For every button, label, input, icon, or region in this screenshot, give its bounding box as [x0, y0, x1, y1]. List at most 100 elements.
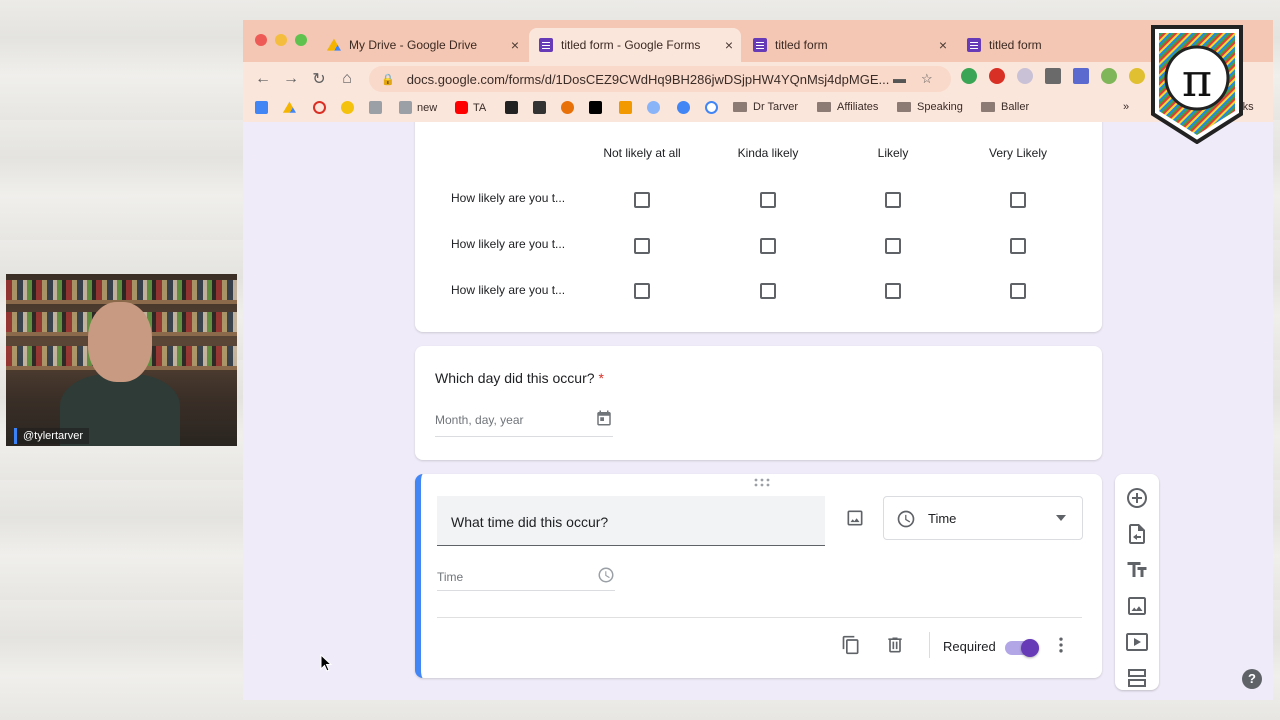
bookmark-ext[interactable] [533, 101, 551, 114]
minimize-window-button[interactable] [275, 34, 287, 46]
bookmark-ext[interactable] [619, 101, 637, 114]
date-question-card[interactable]: Which day did this occur? * Month, day, y… [415, 346, 1102, 460]
extension-icon[interactable] [1129, 68, 1145, 84]
bookmark-ext[interactable] [647, 101, 665, 114]
add-section-icon[interactable] [1125, 666, 1149, 690]
grid-column-header: Likely [877, 146, 909, 160]
bookmark-ta[interactable]: TA [455, 101, 486, 114]
time-field-label: Time [437, 570, 464, 584]
maximize-window-button[interactable] [295, 34, 307, 46]
grid-checkbox[interactable] [885, 192, 901, 208]
calendar-icon [597, 410, 611, 426]
checkbox-grid-question-card[interactable]: Not likely at all Kinda likely Likely Ve… [415, 122, 1102, 332]
grid-row-label: How likely are you t... [451, 237, 566, 251]
bookmark-folder-affiliates[interactable]: Affiliates [817, 101, 878, 113]
extension-icon[interactable] [961, 68, 977, 84]
pi-symbol: π [1182, 53, 1212, 107]
grid-checkbox[interactable] [634, 192, 650, 208]
address-bar[interactable]: 🔒 docs.google.com/forms/d/1DosCEZ9CWdHq9… [369, 66, 951, 92]
help-icon[interactable]: ? [1242, 669, 1262, 689]
grid-column-header: Not likely at all [603, 146, 681, 160]
add-title-icon[interactable] [1125, 558, 1149, 582]
pi-logo: π [1151, 25, 1243, 144]
grid-checkbox[interactable] [634, 283, 650, 299]
reload-icon[interactable]: ↻ [305, 69, 333, 89]
dropdown-arrow-icon [1056, 515, 1066, 521]
google-forms-icon [967, 38, 981, 52]
bookmarks-bar: new TA Dr Tarver Affiliates Speaking Bal… [243, 96, 1273, 122]
grid-column-header: Kinda likely [737, 146, 799, 160]
bookmark-ext[interactable] [677, 101, 695, 114]
close-tab-icon[interactable]: × [939, 37, 947, 53]
tab-titled-form-2[interactable]: titled form × [743, 28, 955, 62]
add-question-icon[interactable] [1125, 486, 1149, 510]
folder-icon [981, 102, 995, 112]
tab-titled-form-google-forms[interactable]: titled form - Google Forms × [529, 28, 741, 62]
clock-icon [897, 510, 915, 528]
camera-icon[interactable]: ▬ [893, 66, 906, 92]
bookmark-ext[interactable] [561, 101, 579, 114]
grid-checkbox[interactable] [760, 238, 776, 254]
add-image-icon[interactable] [845, 508, 865, 528]
question-type-dropdown[interactable]: Time [883, 496, 1083, 540]
import-questions-icon[interactable] [1125, 522, 1149, 546]
bookmark-google[interactable] [705, 101, 723, 114]
footer-separator [929, 632, 930, 658]
extension-icon[interactable] [1045, 68, 1061, 84]
bookmark-star-icon[interactable]: ☆ [921, 66, 933, 92]
browser-toolbar: ← → ↻ ⌂ 🔒 docs.google.com/forms/d/1DosCE… [243, 62, 1273, 96]
bookmark-c[interactable] [341, 101, 359, 114]
date-field-underline [435, 436, 613, 437]
forward-icon[interactable]: → [277, 70, 305, 88]
close-tab-icon[interactable]: × [511, 37, 519, 53]
tab-titled-form-3[interactable]: titled form [957, 28, 1147, 62]
grid-checkbox[interactable] [634, 238, 650, 254]
bookmark-shield[interactable] [369, 101, 387, 114]
grid-checkbox[interactable] [760, 192, 776, 208]
bookmark-drive[interactable] [283, 101, 301, 114]
add-video-icon[interactable] [1125, 630, 1149, 654]
bookmark-flag[interactable] [505, 101, 523, 114]
form-content: Not likely at all Kinda likely Likely Ve… [243, 122, 1273, 700]
bookmark-folder-speaking[interactable]: Speaking [897, 101, 963, 113]
grid-checkbox[interactable] [885, 283, 901, 299]
grid-row-label: How likely are you t... [451, 283, 566, 297]
drag-handle-icon[interactable] [753, 478, 771, 488]
bookmark-new[interactable]: new [399, 101, 437, 114]
bookmark-circle[interactable] [313, 101, 331, 114]
tab-my-drive[interactable]: My Drive - Google Drive × [317, 28, 527, 62]
question-title: Which day did this occur? * [435, 370, 604, 386]
close-tab-icon[interactable]: × [725, 37, 733, 53]
extension-icon[interactable] [1017, 68, 1033, 84]
duplicate-icon[interactable] [841, 635, 861, 655]
extension-icon[interactable] [989, 68, 1005, 84]
bookmarks-overflow-icon[interactable]: » [1123, 101, 1129, 113]
delete-icon[interactable] [885, 635, 905, 655]
question-title-input[interactable]: What time did this occur? [437, 496, 825, 546]
grid-checkbox[interactable] [1010, 238, 1026, 254]
folder-icon [897, 102, 911, 112]
webcam-overlay: @tylertarver [6, 274, 237, 446]
bookmark-folder-dr-tarver[interactable]: Dr Tarver [733, 101, 798, 113]
mouse-cursor-icon [320, 654, 333, 672]
close-window-button[interactable] [255, 34, 267, 46]
home-icon[interactable]: ⌂ [333, 70, 361, 88]
grid-checkbox[interactable] [1010, 192, 1026, 208]
bookmark-tiktok[interactable] [589, 101, 607, 114]
add-image-icon[interactable] [1125, 594, 1149, 618]
google-forms-icon [753, 38, 767, 52]
lock-icon: 🔒 [381, 73, 395, 86]
folder-icon [733, 102, 747, 112]
presenter-handle: @tylertarver [14, 428, 90, 444]
grid-checkbox[interactable] [1010, 283, 1026, 299]
more-options-icon[interactable] [1051, 635, 1071, 655]
extension-icon[interactable] [1101, 68, 1117, 84]
grid-checkbox[interactable] [760, 283, 776, 299]
bookmark-folder-baller[interactable]: Baller [981, 101, 1029, 113]
time-question-card[interactable]: What time did this occur? Time Time Requ… [415, 474, 1102, 678]
grid-checkbox[interactable] [885, 238, 901, 254]
bookmark-calendar[interactable] [255, 101, 273, 114]
window-controls [255, 34, 307, 46]
extension-icon[interactable] [1073, 68, 1089, 84]
back-icon[interactable]: ← [249, 70, 277, 88]
